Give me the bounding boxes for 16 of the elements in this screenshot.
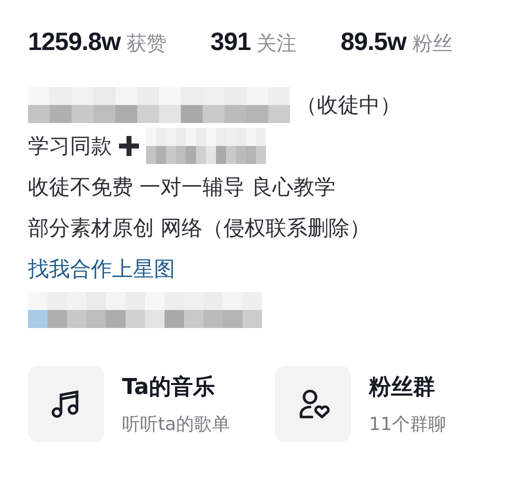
feature-title[interactable]: Ta的音乐 xyxy=(122,372,230,402)
music-note-icon xyxy=(51,388,81,420)
bio-text: 收徒不免费 一对一辅导 良心教学 xyxy=(28,174,336,201)
stat-count: 1259.8w xyxy=(28,28,120,57)
feature-title[interactable]: 粉丝群 xyxy=(369,372,446,402)
bio-text: 学习同款 xyxy=(28,133,112,160)
stat-count: 391 xyxy=(210,28,251,57)
bio-text: 部分素材原创 网络（侵权联系删除） xyxy=(28,215,371,242)
feature-icon-tile[interactable] xyxy=(28,366,104,442)
bio-text: （收徒中） xyxy=(296,92,401,119)
cooperation-link[interactable]: 找我合作上星图 xyxy=(28,255,175,283)
feature-subtitle: 11个群聊 xyxy=(369,413,446,436)
feature-icon-tile[interactable] xyxy=(275,366,351,442)
feature-subtitle: 听听ta的歌单 xyxy=(122,413,230,436)
stat-count: 89.5w xyxy=(340,28,406,57)
plus-icon xyxy=(118,135,140,157)
